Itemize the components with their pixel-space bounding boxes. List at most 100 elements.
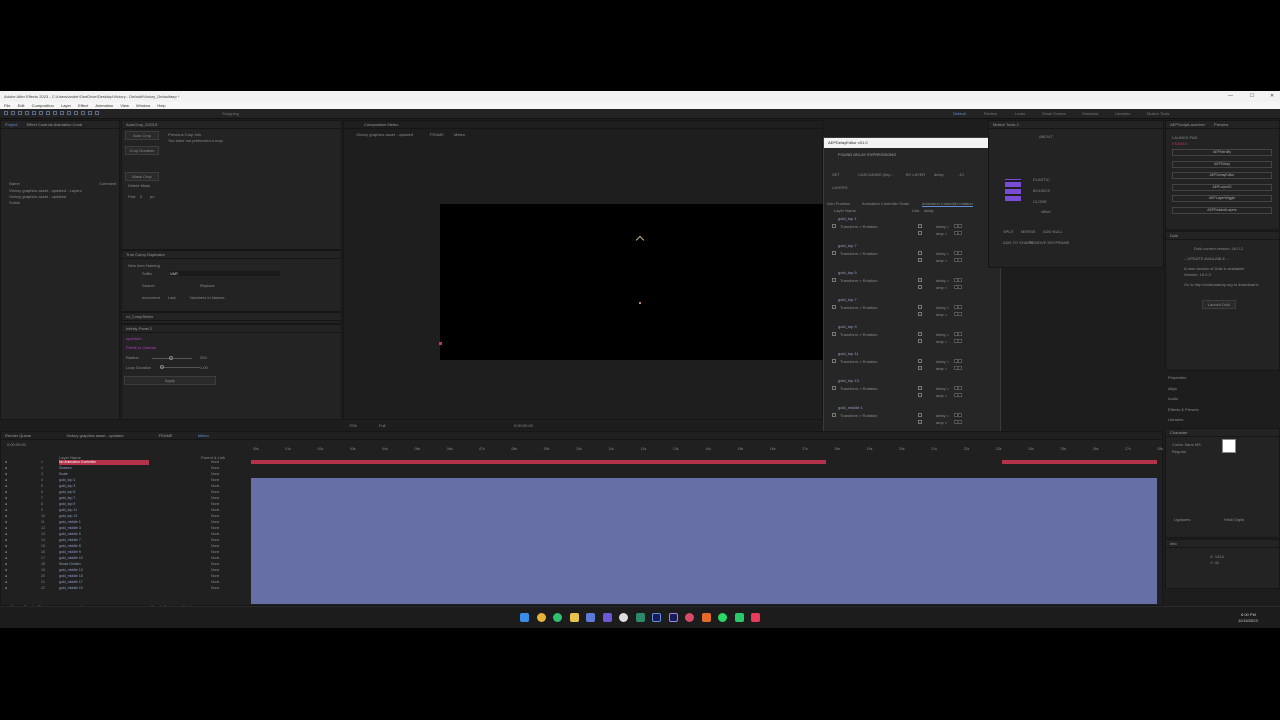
layer-name[interactable]: gold_middle 9 — [59, 550, 81, 555]
pixels-to-cinema-link[interactable]: Pixels to Cinema — [126, 345, 156, 350]
layer-name[interactable]: Shadow — [59, 466, 72, 471]
delay-input[interactable]: 0 — [954, 386, 962, 390]
amp-input[interactable]: 1 — [954, 420, 962, 424]
parent-select[interactable]: None — [211, 490, 219, 495]
layer-name[interactable]: gold_top 1 — [59, 478, 75, 483]
teams-icon[interactable] — [603, 613, 612, 622]
visibility-icon[interactable]: ● — [5, 586, 7, 591]
workspace-default[interactable]: Default — [953, 111, 966, 116]
visibility-icon[interactable]: ● — [5, 532, 7, 537]
parent-select[interactable]: None — [211, 538, 219, 543]
parent-select[interactable]: None — [211, 496, 219, 501]
tab-composition[interactable]: Composition Meteo — [364, 122, 398, 127]
suffix-checkbox[interactable]: Suffix — [142, 271, 152, 276]
fill-color-swatch[interactable] — [1222, 439, 1236, 453]
set-select[interactable]: SET — [832, 172, 840, 177]
style-select[interactable]: Regular — [1172, 449, 1186, 454]
visibility-icon[interactable]: ● — [5, 478, 7, 483]
zoom-select[interactable]: 70% — [349, 423, 357, 428]
layer-bars[interactable] — [251, 478, 1157, 604]
side-panel-tab[interactable]: Align — [1168, 386, 1177, 391]
about-button[interactable]: ABOUT — [1039, 134, 1053, 139]
type-tool-icon[interactable] — [60, 111, 64, 115]
layer-name[interactable]: gold_middle 8 — [59, 544, 81, 549]
app-icon[interactable] — [619, 613, 628, 622]
delay-input[interactable]: 0 — [954, 305, 962, 309]
visibility-icon[interactable]: ● — [5, 550, 7, 555]
visibility-icon[interactable]: ● — [5, 496, 7, 501]
split-button[interactable]: SPLIT — [1003, 229, 1014, 234]
layer-name[interactable]: gold_top 5 — [59, 490, 75, 495]
tab-controller-scale[interactable]: Animation Controller Scale — [862, 201, 909, 206]
layer-name[interactable]: gold_middle 10 — [59, 556, 83, 561]
workspace-standard[interactable]: Standard — [1082, 111, 1098, 116]
whatsapp-icon[interactable] — [553, 613, 562, 622]
auto-crop-button[interactable]: Auto Crop — [125, 131, 159, 140]
link-checkbox[interactable] — [918, 231, 922, 235]
side-panel-tab[interactable]: Libraries — [1168, 417, 1183, 422]
chrome-icon[interactable] — [537, 613, 546, 622]
crop-duration-button[interactable]: Crop Duration — [125, 146, 159, 155]
clock-time[interactable]: 6:00 PM — [1241, 612, 1256, 617]
visibility-icon[interactable]: ● — [5, 508, 7, 513]
visibility-icon[interactable]: ● — [5, 568, 7, 573]
order-select[interactable]: BY LAYER — [906, 172, 925, 177]
amp-input[interactable]: 1 — [954, 393, 962, 397]
close-icon[interactable]: ✕ — [1270, 91, 1274, 102]
hindi-checkbox[interactable]: Hindi Digits — [1224, 517, 1244, 522]
menu-help[interactable]: Help — [157, 103, 165, 108]
brush-tool-icon[interactable] — [67, 111, 71, 115]
layer-name[interactable]: gold_middle 15 — [59, 574, 83, 579]
menu-composition[interactable]: Composition — [32, 103, 54, 108]
delay-input[interactable]: -10 — [958, 172, 964, 177]
link-checkbox[interactable] — [918, 332, 922, 336]
app-icon[interactable] — [685, 613, 694, 622]
clock-date[interactable]: 11/15/2023 — [1238, 618, 1258, 623]
ligatures-checkbox[interactable]: Ligatures — [1174, 517, 1190, 522]
delete-mask-checkbox[interactable]: Delete Mask — [128, 183, 150, 188]
row-checkbox[interactable] — [832, 359, 836, 363]
visibility-icon[interactable]: ● — [5, 490, 7, 495]
app-icon[interactable] — [735, 613, 744, 622]
parent-select[interactable]: None — [211, 484, 219, 489]
app-icon[interactable] — [751, 613, 760, 622]
visibility-icon[interactable]: ● — [5, 574, 7, 579]
remove-keyframe-button[interactable]: REMOVE KEYFRAME — [1029, 240, 1069, 245]
tab-motion-tools[interactable]: Motion Tools 2 — [993, 122, 1019, 127]
menu-edit[interactable]: Edit — [18, 103, 25, 108]
radius-slider-handle[interactable] — [169, 356, 173, 360]
layer-name[interactable]: gold_top 11 — [59, 508, 77, 513]
selection-tool-icon[interactable] — [4, 111, 8, 115]
amp-input[interactable]: 1 — [954, 312, 962, 316]
visibility-icon[interactable]: ● — [5, 472, 7, 477]
visibility-icon[interactable]: ● — [5, 526, 7, 531]
tab-preview[interactable]: Preview — [1214, 122, 1228, 127]
row-checkbox[interactable] — [832, 305, 836, 309]
amp-input[interactable]: 1 — [954, 285, 962, 289]
add-null-button[interactable]: ADD NULL — [1043, 229, 1063, 234]
layer-name[interactable]: gold_middle 3 — [59, 526, 81, 531]
explorer-icon[interactable] — [570, 613, 579, 622]
roto-tool-icon[interactable] — [88, 111, 92, 115]
workspace-small-screen[interactable]: Small Screen — [1042, 111, 1066, 116]
link-checkbox[interactable] — [918, 393, 922, 397]
tab-autocrop[interactable]: AutoCrop_2023.5 — [126, 122, 157, 127]
pad-input[interactable]: 0 — [140, 194, 142, 199]
loop-slider-handle[interactable] — [160, 365, 164, 369]
parent-select[interactable]: None — [211, 532, 219, 537]
script-button[interactable]: AEPLayerID — [1172, 183, 1272, 191]
tab-infinity[interactable]: Infinity Panel 2 — [126, 326, 152, 331]
layer-name[interactable]: No Animation Controller — [59, 460, 149, 465]
parent-select[interactable]: None — [211, 502, 219, 507]
row-checkbox[interactable] — [832, 224, 836, 228]
camera-tool-icon[interactable] — [32, 111, 36, 115]
breadcrumb[interactable]: Meteo — [454, 132, 465, 137]
project-col-comment[interactable]: Comment — [99, 181, 116, 186]
tab-controller-rotation[interactable]: Animation Controller rotation — [922, 201, 973, 207]
visibility-icon[interactable]: ● — [5, 556, 7, 561]
comp-timecode[interactable]: 0:00:00:00 — [514, 423, 533, 428]
script-button[interactable]: AEPDelayEditor — [1172, 172, 1272, 179]
after-effects-icon[interactable] — [669, 613, 678, 622]
link-checkbox[interactable] — [918, 386, 922, 390]
layer-name[interactable]: gold_middle 13 — [59, 568, 83, 573]
